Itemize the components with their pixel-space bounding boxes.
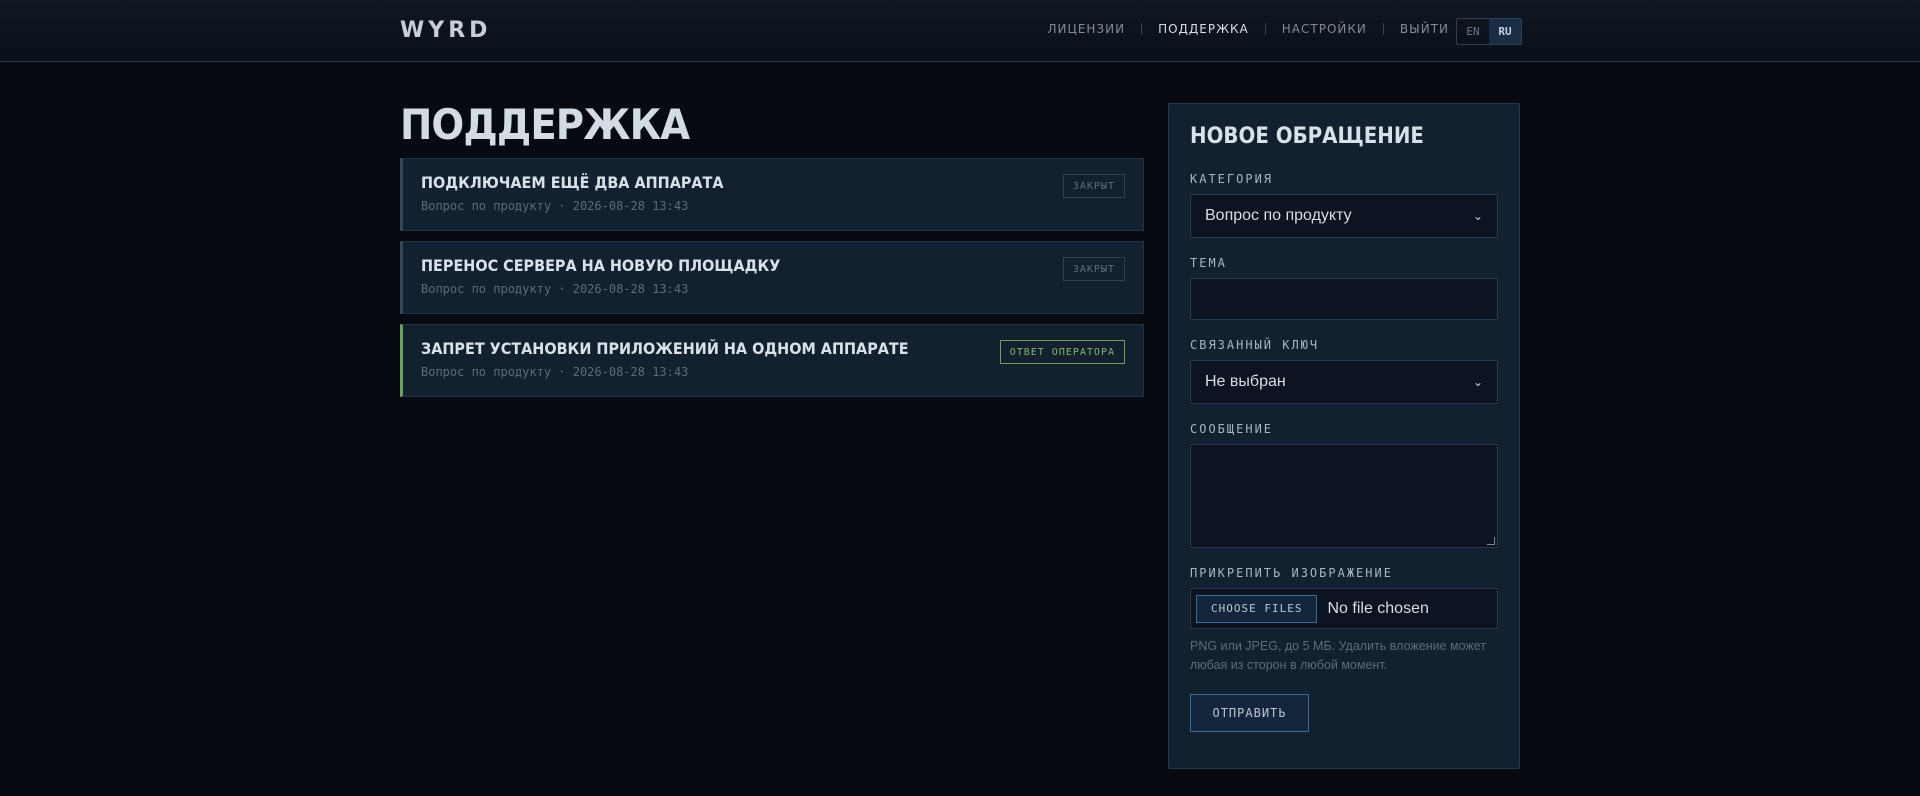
- status-badge: ОТВЕТ ОПЕРАТОРА: [999, 340, 1125, 364]
- new-ticket-form: НОВОЕ ОБРАЩЕНИЕ КАТЕГОРИЯ Вопрос по прод…: [1168, 103, 1520, 769]
- category-value: Вопрос по продукту: [1205, 207, 1352, 224]
- page-title: ПОДДЕРЖКА: [400, 100, 690, 149]
- attach-label: ПРИКРЕПИТЬ ИЗОБРАЖЕНИЕ: [1190, 566, 1393, 580]
- choose-files-button[interactable]: CHOOSE FILES: [1196, 594, 1318, 623]
- key-label: СВЯЗАННЫЙ КЛЮЧ: [1190, 338, 1320, 352]
- ticket-item[interactable]: ЗАПРЕТ УСТАНОВКИ ПРИЛОЖЕНИЙ НА ОДНОМ АПП…: [400, 324, 1144, 397]
- subject-input[interactable]: [1190, 278, 1498, 320]
- status-badge: ЗАКРЫТ: [1062, 257, 1125, 281]
- ticket-title: ПОДКЛЮЧАЕМ ЕЩЁ ДВА АППАРАТА: [421, 173, 724, 192]
- submit-button[interactable]: ОТПРАВИТЬ: [1190, 694, 1309, 732]
- top-bar: WYRD ЛИЦЕНЗИИ ПОДДЕРЖКА НАСТРОЙКИ ВЫЙТИ …: [0, 0, 1920, 62]
- form-title: НОВОЕ ОБРАЩЕНИЕ: [1190, 124, 1424, 149]
- status-badge: ЗАКРЫТ: [1062, 174, 1125, 198]
- ticket-meta: Вопрос по продукту · 2026-08-28 13:43: [421, 282, 689, 296]
- nav-settings[interactable]: НАСТРОЙКИ: [1266, 22, 1383, 36]
- ticket-title: ЗАПРЕТ УСТАНОВКИ ПРИЛОЖЕНИЙ НА ОДНОМ АПП…: [421, 339, 909, 358]
- nav-logout[interactable]: ВЫЙТИ: [1384, 22, 1465, 36]
- ticket-list: ПОДКЛЮЧАЕМ ЕЩЁ ДВА АППАРАТА Вопрос по пр…: [400, 158, 1144, 407]
- ticket-title: ПЕРЕНОС СЕРВЕРА НА НОВУЮ ПЛОЩАДКУ: [421, 256, 781, 275]
- category-label: КАТЕГОРИЯ: [1190, 172, 1274, 186]
- lang-ru-button[interactable]: RU: [1489, 19, 1521, 44]
- logo[interactable]: WYRD: [400, 18, 491, 43]
- attach-hint: PNG или JPEG, до 5 МБ. Удалить вложение …: [1190, 639, 1487, 672]
- message-label: СООБЩЕНИЕ: [1190, 422, 1274, 436]
- subject-label: ТЕМА: [1190, 256, 1227, 270]
- ticket-meta: Вопрос по продукту · 2026-08-28 13:43: [421, 365, 689, 379]
- nav-support[interactable]: ПОДДЕРЖКА: [1142, 22, 1265, 36]
- chevron-down-icon: ⌄: [1472, 375, 1483, 389]
- ticket-meta: Вопрос по продукту · 2026-08-28 13:43: [421, 199, 689, 213]
- nav-licenses[interactable]: ЛИЦЕНЗИИ: [1032, 22, 1142, 36]
- file-input[interactable]: CHOOSE FILES No file chosen: [1190, 588, 1498, 629]
- file-status: No file chosen: [1327, 599, 1429, 617]
- key-select[interactable]: Не выбран ⌄: [1190, 360, 1498, 404]
- resize-handle-icon[interactable]: [1487, 537, 1495, 545]
- category-select[interactable]: Вопрос по продукту ⌄: [1190, 194, 1498, 238]
- ticket-item[interactable]: ПЕРЕНОС СЕРВЕРА НА НОВУЮ ПЛОЩАДКУ Вопрос…: [400, 241, 1144, 314]
- lang-en-button[interactable]: EN: [1457, 19, 1489, 44]
- key-value: Не выбран: [1205, 373, 1286, 390]
- main-nav: ЛИЦЕНЗИИ ПОДДЕРЖКА НАСТРОЙКИ ВЫЙТИ: [1032, 22, 1466, 36]
- ticket-item[interactable]: ПОДКЛЮЧАЕМ ЕЩЁ ДВА АППАРАТА Вопрос по пр…: [400, 158, 1144, 231]
- message-textarea[interactable]: [1190, 444, 1498, 548]
- chevron-down-icon: ⌄: [1472, 209, 1483, 223]
- language-switch: EN RU: [1456, 18, 1522, 45]
